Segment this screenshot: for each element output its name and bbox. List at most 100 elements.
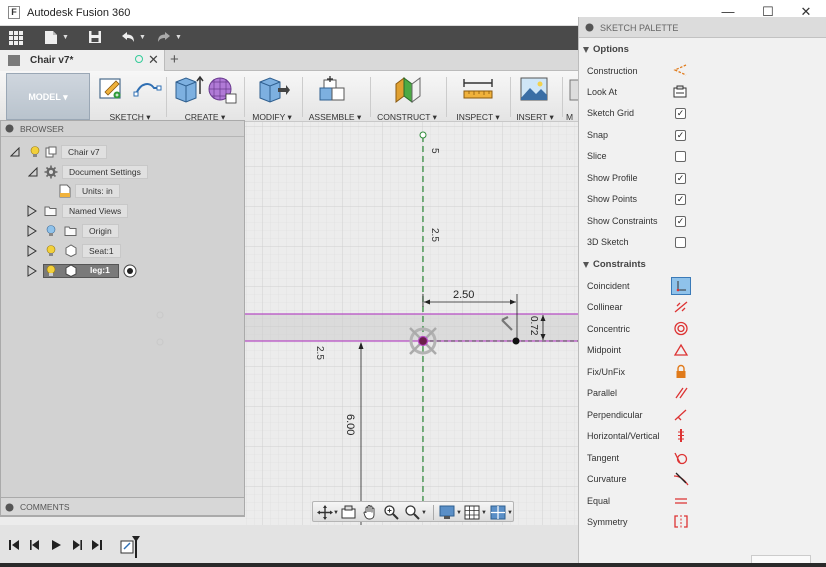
symmetry-icon[interactable] xyxy=(673,514,689,529)
dim-mid-vertical[interactable]: 2.5 xyxy=(429,228,440,242)
3d-sketch-checkbox[interactable] xyxy=(675,237,686,248)
horizontal-vertical-icon[interactable] xyxy=(674,428,688,443)
palette-toggle-icon[interactable] xyxy=(585,23,594,32)
show-constraints-checkbox[interactable]: ✓ xyxy=(675,216,686,227)
timeline-sketch-feature-icon[interactable] xyxy=(118,534,142,558)
browser-units-node[interactable]: Units: in xyxy=(57,184,137,198)
fit-zoom-icon[interactable] xyxy=(404,504,420,520)
undo-icon[interactable] xyxy=(120,30,136,48)
construction-toggle-icon[interactable] xyxy=(673,63,687,77)
viewports-icon[interactable] xyxy=(490,505,506,520)
workspace-switcher-button[interactable]: MODEL ▾ xyxy=(6,73,90,120)
comments-toggle-icon[interactable] xyxy=(5,503,14,512)
dim-top-vertical[interactable]: 5 xyxy=(429,148,440,154)
lightbulb-icon[interactable] xyxy=(46,265,56,277)
grid-chevron-down-icon[interactable]: ▼ xyxy=(481,510,487,516)
expand-triangle-icon[interactable] xyxy=(27,205,37,217)
data-panel-grid-icon[interactable] xyxy=(9,31,24,46)
show-points-checkbox[interactable]: ✓ xyxy=(675,194,686,205)
step-back-icon[interactable] xyxy=(29,539,41,551)
lock-icon[interactable] xyxy=(674,364,688,379)
perpendicular-icon[interactable] xyxy=(673,408,689,422)
modify-group[interactable]: MODIFY ▾ xyxy=(248,74,296,122)
insert-group[interactable]: INSERT ▾ xyxy=(512,74,558,122)
viewports-chevron-down-icon[interactable]: ▼ xyxy=(507,510,513,516)
slice-checkbox[interactable] xyxy=(675,151,686,162)
midpoint-icon[interactable] xyxy=(673,343,689,357)
component-icon xyxy=(65,264,77,277)
go-to-start-icon[interactable] xyxy=(8,539,20,551)
play-icon[interactable] xyxy=(50,539,62,551)
expand-triangle-icon[interactable] xyxy=(27,265,37,277)
constraints-collapse-icon[interactable] xyxy=(583,262,589,268)
collinear-icon[interactable] xyxy=(673,300,689,314)
orbit-chevron-down-icon[interactable]: ▼ xyxy=(333,510,339,516)
tangent-icon[interactable] xyxy=(673,450,689,465)
sketch-point[interactable] xyxy=(512,337,520,345)
lightbulb-icon[interactable] xyxy=(46,225,56,237)
snap-checkbox[interactable]: ✓ xyxy=(675,130,686,141)
display-chevron-down-icon[interactable]: ▼ xyxy=(456,510,462,516)
collapse-triangle-icon[interactable] xyxy=(10,147,20,157)
lightbulb-icon[interactable] xyxy=(30,146,40,158)
undo-chevron-down-icon[interactable]: ▼ xyxy=(139,34,146,41)
file-menu-chevron-down-icon[interactable]: ▼ xyxy=(62,34,69,41)
new-tab-button[interactable]: + xyxy=(170,51,179,68)
dim-leg-height[interactable]: 6.00 xyxy=(344,414,356,435)
construct-group[interactable]: CONSTRUCT ▾ xyxy=(374,74,440,122)
equal-icon[interactable] xyxy=(673,494,689,508)
dim-left-vertical[interactable]: 2.5 xyxy=(314,346,325,360)
sketch-group[interactable]: SKETCH ▾ xyxy=(96,74,164,122)
close-tab-button[interactable]: ✕ xyxy=(148,52,159,68)
go-to-end-icon[interactable] xyxy=(91,539,103,551)
component-icon xyxy=(65,244,77,257)
grid-settings-icon[interactable] xyxy=(464,505,480,520)
sketch-grid-checkbox[interactable]: ✓ xyxy=(675,108,686,119)
redo-chevron-down-icon[interactable]: ▼ xyxy=(175,34,182,41)
file-menu-icon[interactable] xyxy=(44,30,58,49)
expand-triangle-icon[interactable] xyxy=(27,245,37,257)
pan-hand-icon[interactable] xyxy=(362,504,378,520)
assemble-group[interactable]: ASSEMBLE ▾ xyxy=(306,74,364,122)
parallel-icon[interactable] xyxy=(673,386,689,400)
axis-endpoint[interactable] xyxy=(419,131,427,139)
look-at-icon[interactable] xyxy=(341,505,357,520)
browser-seat-node[interactable]: Seat:1 xyxy=(27,244,127,258)
orbit-icon[interactable] xyxy=(317,505,333,520)
zoom-icon[interactable] xyxy=(383,504,399,520)
curvature-icon[interactable] xyxy=(673,472,689,487)
browser-doc-settings-node[interactable]: Document Settings xyxy=(27,165,157,179)
browser-root-node[interactable]: Chair v7 xyxy=(9,145,119,159)
collapse-triangle-icon[interactable] xyxy=(28,167,38,177)
browser-header[interactable]: BROWSER xyxy=(1,121,244,137)
lightbulb-icon[interactable] xyxy=(46,245,56,257)
concentric-icon[interactable] xyxy=(673,321,689,336)
inspect-group[interactable]: INSPECT ▾ xyxy=(450,74,506,122)
palette-footer-button[interactable] xyxy=(751,555,811,563)
display-settings-icon[interactable] xyxy=(439,505,455,520)
create-group[interactable]: CREATE ▾ xyxy=(170,74,240,122)
activate-radio-icon[interactable] xyxy=(123,264,137,278)
coincident-icon[interactable] xyxy=(671,277,691,295)
step-forward-icon[interactable] xyxy=(71,539,83,551)
make-menu-label[interactable]: M xyxy=(566,112,578,120)
options-collapse-icon[interactable] xyxy=(583,47,589,53)
show-profile-checkbox[interactable]: ✓ xyxy=(675,173,686,184)
options-section-title[interactable]: Options xyxy=(593,44,629,55)
comments-panel[interactable]: COMMENTS xyxy=(0,497,245,516)
redo-icon[interactable] xyxy=(156,30,172,48)
document-tab[interactable]: Chair v7* ✕ xyxy=(0,50,165,71)
save-icon[interactable] xyxy=(88,30,102,48)
look-at-icon[interactable] xyxy=(673,85,687,98)
expand-triangle-icon[interactable] xyxy=(27,225,37,237)
dim-horizontal[interactable]: 2.50 xyxy=(453,289,474,301)
browser-origin-node[interactable]: Origin xyxy=(27,224,127,238)
browser-leg-node[interactable]: leg:1 xyxy=(27,264,147,278)
constraints-section-title[interactable]: Constraints xyxy=(593,259,646,270)
make-group[interactable]: M xyxy=(564,74,578,120)
doc-settings-label: Document Settings xyxy=(62,165,148,179)
dim-thickness[interactable]: 0.72 xyxy=(528,316,539,336)
zoom-chevron-down-icon[interactable]: ▼ xyxy=(421,510,427,516)
sketch-palette-header[interactable]: SKETCH PALETTE xyxy=(579,17,826,38)
browser-named-views-node[interactable]: Named Views xyxy=(27,204,137,218)
